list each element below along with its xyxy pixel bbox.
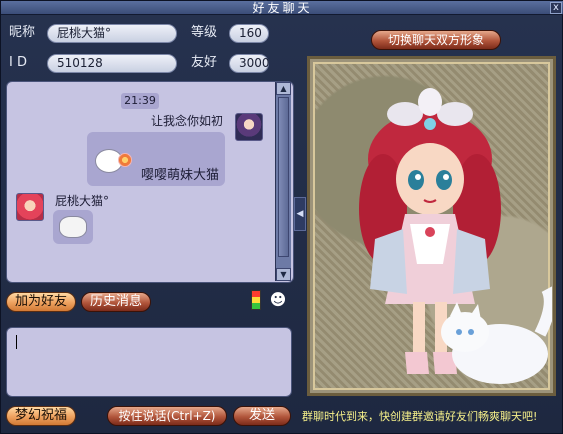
chat-scrollbar[interactable]: ▲ ▼: [275, 82, 291, 281]
announcement-marquee: 群聊时代到来，快创建群邀请好友们畅爽聊天吧!: [302, 410, 538, 423]
signal-icon: [251, 290, 261, 310]
left-arrow-icon[interactable]: ◀: [294, 197, 306, 231]
character-preview-background: [313, 62, 556, 390]
blessing-button[interactable]: 梦幻祝福: [6, 406, 76, 426]
character-preview-frame: [307, 56, 556, 396]
window-title: 好友聊天: [252, 1, 313, 15]
history-button[interactable]: 历史消息: [81, 292, 151, 312]
friend-chat-window: 好友聊天 x 昵称 屁桃大猫° 等级 160 I D 510128 友好 300…: [0, 0, 563, 434]
add-friend-button[interactable]: 加为好友: [6, 292, 76, 312]
face-sticker-icon: [59, 216, 87, 238]
nickname-label: 昵称: [9, 25, 36, 40]
friend-name: 屁桃大猫°: [55, 194, 110, 208]
friend-avatar: [16, 193, 44, 221]
down-arrow-icon[interactable]: ▼: [276, 268, 291, 281]
send-button[interactable]: 发送: [233, 406, 291, 426]
chat-history-panel[interactable]: 21:39 让我念你如初 嘤嘤萌妹大猫 屁桃大猫°: [6, 81, 294, 283]
level-field: 160: [229, 24, 269, 43]
switch-avatar-button[interactable]: 切换聊天双方形象: [371, 30, 501, 50]
scroll-thumb[interactable]: [278, 97, 289, 257]
friendship-label: 友好: [191, 55, 218, 70]
hold-to-talk-button[interactable]: 按住说话(Ctrl+Z): [107, 406, 227, 426]
friendship-field: 3000: [229, 54, 270, 73]
message-timestamp: 21:39: [121, 93, 159, 109]
flower-sticker-icon: [118, 153, 132, 167]
title-bar: 好友聊天 x: [1, 1, 563, 15]
id-field: 510128: [47, 54, 177, 73]
my-avatar: [235, 113, 263, 141]
my-message-text: 嘤嘤萌妹大猫: [141, 168, 220, 183]
message-input[interactable]: [6, 327, 292, 397]
emoji-icon[interactable]: ☻: [267, 290, 289, 310]
close-icon[interactable]: x: [550, 2, 562, 14]
id-label: I D: [9, 55, 27, 70]
level-label: 等级: [191, 25, 218, 40]
my-name: 让我念你如初: [151, 114, 224, 128]
up-arrow-icon[interactable]: ▲: [276, 82, 291, 95]
text-caret: [16, 335, 17, 349]
nickname-field: 屁桃大猫°: [47, 24, 177, 43]
character-illustration: [359, 88, 556, 384]
